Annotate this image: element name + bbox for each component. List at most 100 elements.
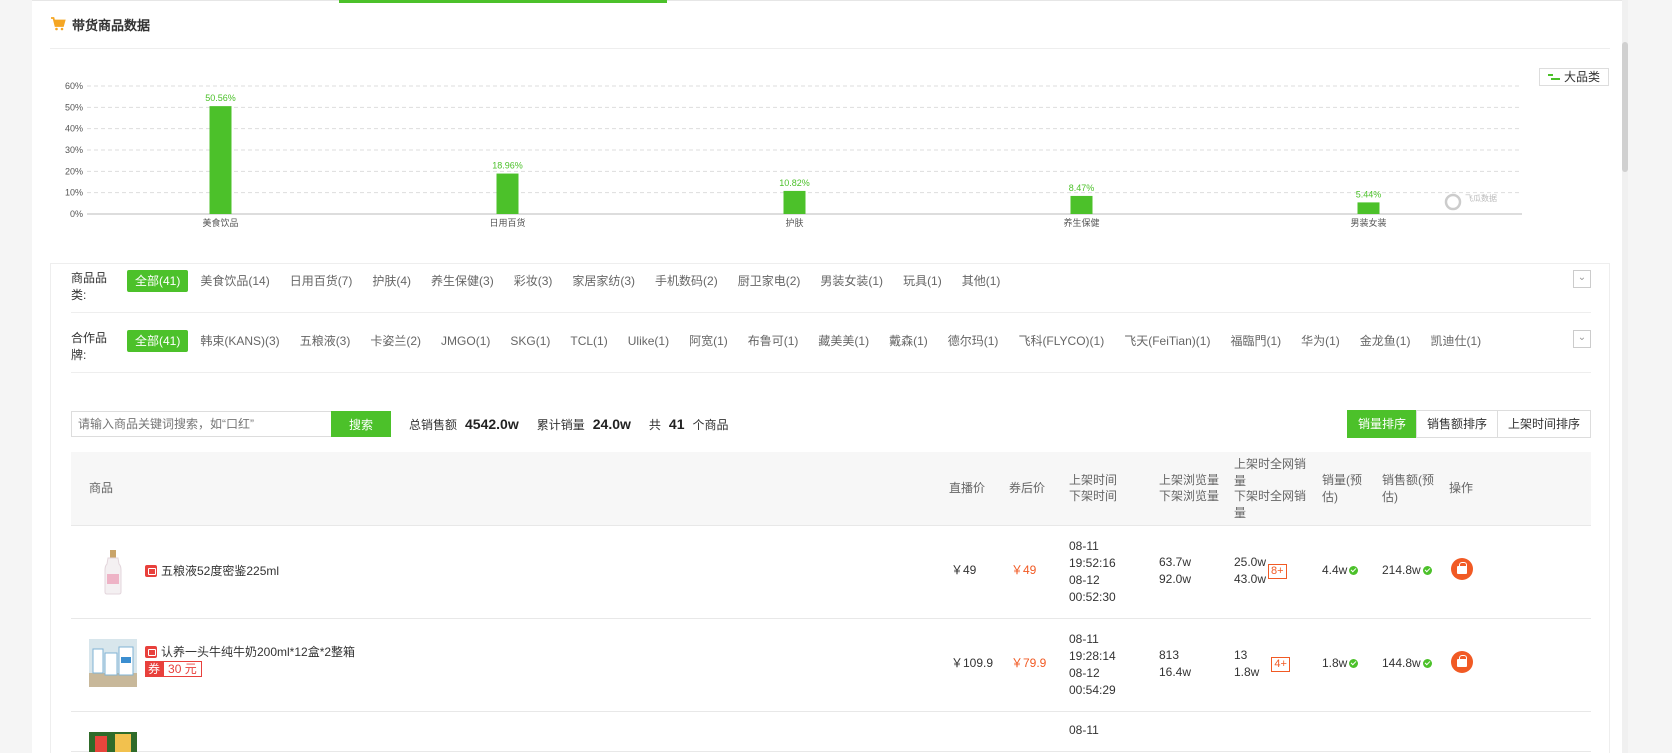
bar [496,173,519,214]
brand-chip[interactable]: 藏美美(1) [810,330,877,352]
legend-toggle[interactable]: 大品类 [1538,68,1609,86]
header-views-on: 上架浏览量 [1159,473,1220,487]
brand-chip[interactable]: 五粮液(3) [292,330,359,352]
verified-check-icon [1349,659,1359,669]
shopping-bag-icon[interactable] [1451,651,1473,673]
product-name[interactable]: 五粮液52度密鉴225ml [145,562,279,579]
on-time: 19:52:16 [1069,556,1116,570]
legend-icon [1547,74,1560,80]
header-coupon-price: 券后价 [1009,481,1046,495]
category-chip[interactable]: 玩具(1) [895,270,950,292]
category-chip[interactable]: 日用百货(7) [282,270,361,292]
sort-by-time-button[interactable]: 上架时间排序 [1496,410,1591,438]
x-tick-label: 养生保健 [1063,217,1099,228]
product-name[interactable]: 认养一头牛纯牛奶200ml*12盒*2整箱 [145,643,355,660]
scrollbar[interactable] [1622,0,1628,753]
table-row[interactable]: 认养一头牛纯牛奶200ml*12盒*2整箱 券 30 元 ￥109.9 ￥79.… [71,619,1591,712]
brand-chip[interactable]: 戴森(1) [881,330,936,352]
time-block: 08-11 19:28:14 08-12 00:54:29 [1069,631,1116,699]
brand-chip[interactable]: 凯迪仕(1) [1422,330,1489,352]
product-thumbnail [89,732,137,752]
coupon-value: 30 元 [163,661,202,677]
brand-chip[interactable]: 全部(41) [127,330,189,352]
coupon-price: ￥49 [1011,563,1037,577]
search-row: 搜索 总销售额 4542.0w 累计销量 24.0w 共 41 个商品 销量排序… [71,410,1591,438]
header-net-sales-on: 上架时全网销量 [1234,457,1307,488]
category-chip[interactable]: 彩妆(3) [506,270,561,292]
y-tick-label: 30% [65,145,83,155]
search-input[interactable] [71,411,331,437]
amount-value: 144.8w [1382,656,1421,670]
search-button[interactable]: 搜索 [331,411,391,437]
net-sales-block: 13 1.8w4+ [1234,647,1290,681]
category-chip[interactable]: 其他(1) [954,270,1009,292]
total-sales-value: 4542.0w [465,416,519,432]
x-tick-label: 护肤 [785,217,803,228]
category-filter-row: 商品品类: 全部(41) 美食饮品(14) 日用百货(7) 护肤(4) 养生保健(3) 彩… [71,270,1591,304]
sort-by-volume-button[interactable]: 销量排序 [1346,410,1417,438]
brand-chip[interactable]: 华为(1) [1293,330,1348,352]
brand-chip[interactable]: 德尔玛(1) [940,330,1007,352]
views-on: 813 [1159,648,1180,662]
bar-value-label: 18.96% [492,161,523,171]
off-time: 00:54:29 [1069,683,1116,697]
total-volume-label: 累计销量 [536,417,585,432]
category-chip[interactable]: 养生保健(3) [423,270,502,292]
time-block: 08-11 19:52:16 08-12 00:52:30 [1069,538,1116,606]
brand-chip[interactable]: 卡姿兰(2) [362,330,429,352]
sort-by-amount-button[interactable]: 销售额排序 [1415,410,1498,438]
brand-chip[interactable]: 福臨門(1) [1222,330,1289,352]
expand-brands-button[interactable]: ⌄ [1573,330,1591,348]
views-off: 16.4w [1159,665,1192,679]
y-tick-label: 20% [65,166,83,176]
product-table: 商品 直播价 券后价 上架时间 下架时间 上架浏览量 下架浏览量 上架时全网销量… [71,452,1591,752]
y-tick-label: 40% [65,124,83,134]
verified-check-icon [1422,566,1432,576]
brand-chip[interactable]: TCL(1) [562,330,615,352]
brand-chip[interactable]: 阿宽(1) [681,330,736,352]
brand-chip[interactable]: Ulike(1) [620,330,677,352]
count-value: 41 [668,416,685,432]
on-date: 08-11 [1069,632,1099,646]
scroll-thumb[interactable] [1622,42,1628,172]
category-chip[interactable]: 美食饮品(14) [192,270,277,292]
category-bar-chart: 0% 10% 20% 30% 40% 50% 60% 50.56% 美食饮品 18.96% 日用百货… [47,60,1617,250]
category-chip[interactable]: 全部(41) [127,270,189,292]
views-block: 63.7w 92.0w [1159,554,1191,588]
category-chip[interactable]: 手机数码(2) [647,270,726,292]
brand-chip[interactable]: SKG(1) [502,330,558,352]
category-chip[interactable]: 家居家纺(3) [564,270,643,292]
category-chip[interactable]: 护肤(4) [364,270,419,292]
brand-chip[interactable]: 金龙鱼(1) [1352,330,1419,352]
off-time: 00:52:30 [1069,590,1116,604]
y-tick-label: 50% [65,102,83,112]
brand-chip[interactable]: 飞天(FeiTian)(1) [1116,330,1218,352]
bar-value-label: 8.47% [1069,183,1095,193]
cart-icon [51,17,66,31]
header-operation: 操作 [1449,481,1474,495]
views-off: 92.0w [1159,572,1192,586]
section-header: 带货商品数据 [50,14,150,34]
views-on: 63.7w [1159,555,1192,569]
brand-chip[interactable]: 韩束(KANS)(3) [192,330,287,352]
y-tick-label: 60% [65,81,83,91]
category-chip[interactable]: 厨卫家电(2) [730,270,809,292]
expand-categories-button[interactable]: ⌄ [1573,270,1591,288]
header-net-sales-off: 下架时全网销量 [1234,489,1307,520]
brand-chip[interactable]: JMGO(1) [433,330,498,352]
shopping-bag-icon[interactable] [1451,558,1473,580]
product-thumbnail [89,548,137,596]
header-time-off: 下架时间 [1069,489,1118,503]
category-chip[interactable]: 男装女装(1) [812,270,891,292]
total-volume-stat: 累计销量 24.0w [537,416,631,433]
table-row[interactable]: 五粮液52度密鉴225ml ￥49 ￥49 08-11 19:52:16 08-… [71,526,1591,619]
verified-check-icon [1349,566,1359,576]
brand-chip[interactable]: 布鲁可(1) [740,330,807,352]
amount: 144.8w [1382,655,1432,672]
on-date: 08-11 [1069,539,1099,553]
bar-value-label: 50.56% [205,93,236,103]
table-row[interactable]: 08-11 [71,712,1591,752]
product-count-stat: 共 41 个商品 [649,416,729,433]
brand-chip[interactable]: 飞科(FLYCO)(1) [1010,330,1112,352]
off-date: 08-12 [1069,573,1100,587]
